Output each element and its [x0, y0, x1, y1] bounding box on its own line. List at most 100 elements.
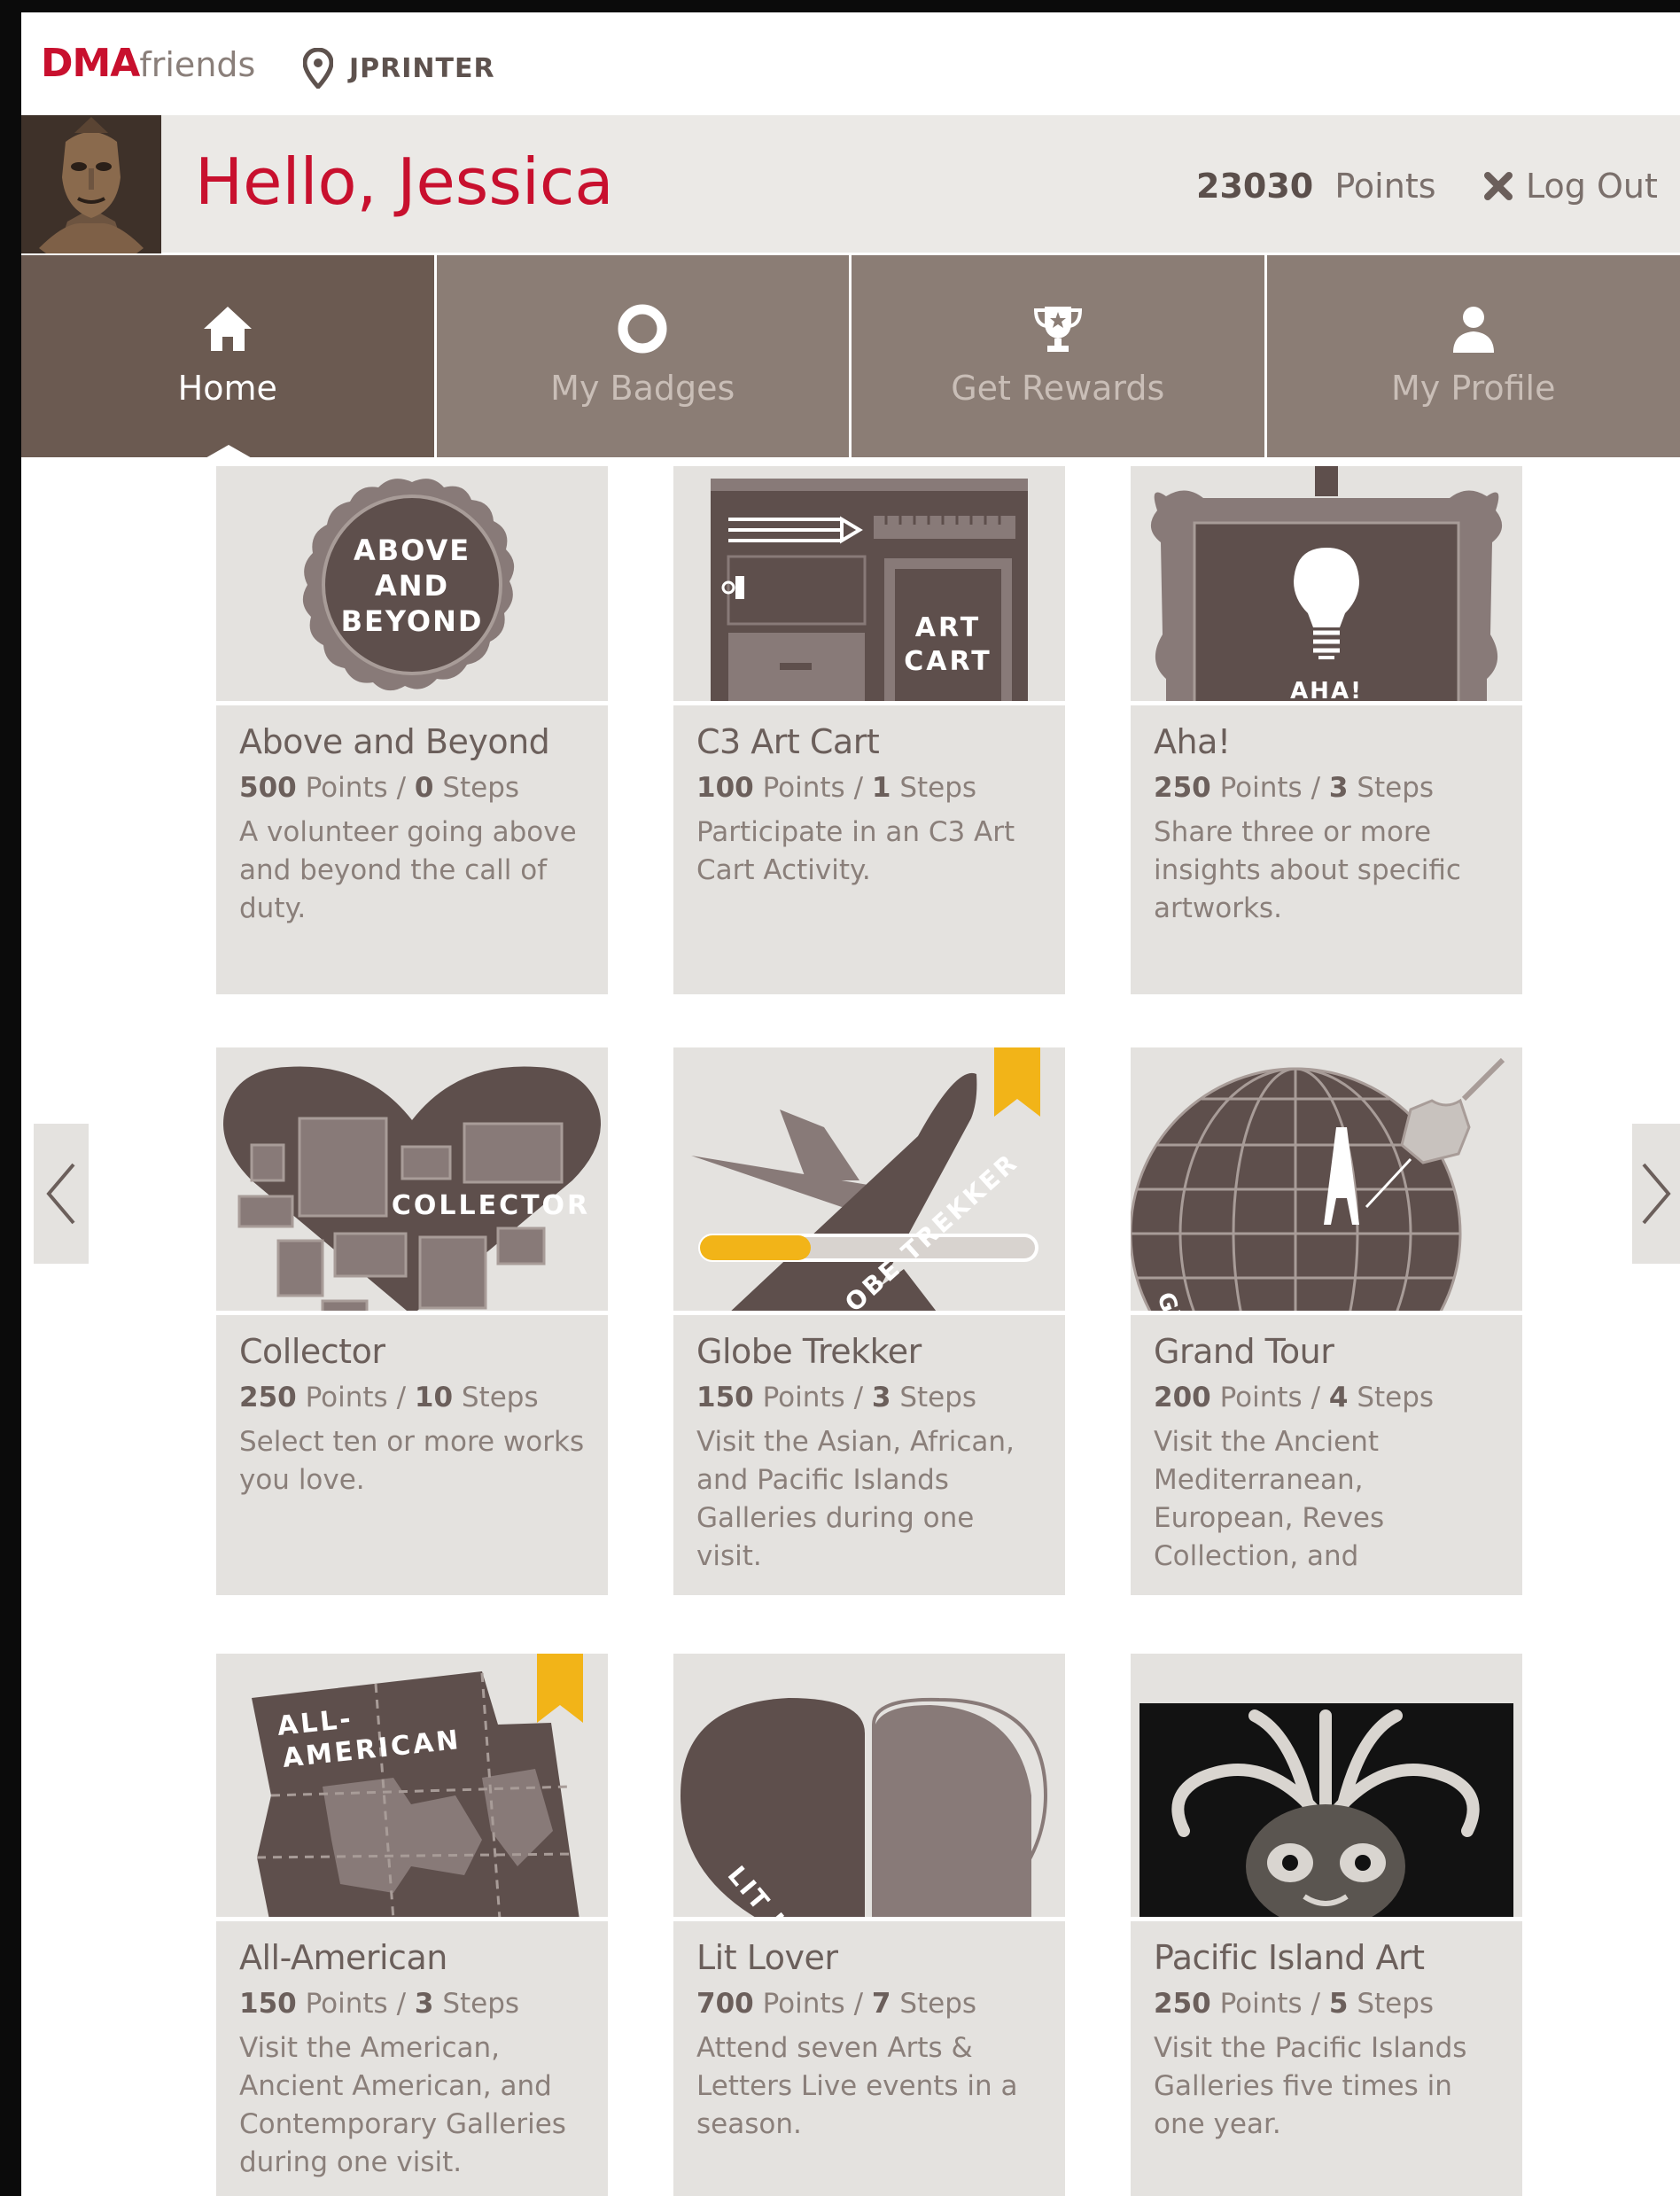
meta-separator: /: [853, 1988, 864, 2020]
carousel-prev-button[interactable]: [34, 1124, 89, 1264]
logo-light: friends: [139, 45, 256, 84]
badge-name: Pacific Island Art: [1154, 1938, 1425, 1977]
points-balance: 23030 Points: [1196, 165, 1436, 207]
badge-meta: 150 Points / 3 Steps: [239, 1982, 585, 2026]
tab-home[interactable]: Home: [21, 255, 434, 457]
carousel-next-button[interactable]: [1632, 1124, 1680, 1264]
meta-separator: /: [1311, 1988, 1321, 2020]
points-label: Points: [762, 1988, 845, 2020]
badge-points: 500: [239, 772, 297, 804]
steps-label: Steps: [442, 1988, 520, 2020]
meta-separator: /: [1311, 1382, 1321, 1413]
badge-meta: 150 Points / 3 Steps: [696, 1375, 1042, 1420]
badge-art-text: AHA!: [1290, 678, 1363, 705]
points-label: Points: [1219, 1988, 1303, 2020]
tab-my-badges[interactable]: My Badges: [436, 255, 849, 457]
steps-label: Steps: [899, 1988, 977, 2020]
app-screen: DMAfriends JPRINTER Hello, Jessica 23030…: [21, 12, 1680, 2196]
person-icon: [1452, 307, 1494, 353]
avatar[interactable]: [21, 115, 161, 253]
badge-description: Select ten or more works you love.: [239, 1426, 585, 1496]
main-nav: Home My Badges Get Rewards My Profile: [21, 255, 1680, 457]
badge-card[interactable]: Pacific Island Art 250 Points / 5 Steps …: [1131, 1654, 1522, 2196]
badge-info: Above and Beyond 500 Points / 0 Steps A …: [216, 705, 608, 928]
tab-get-rewards[interactable]: Get Rewards: [852, 255, 1264, 457]
badge-description: Visit the American, Ancient American, an…: [239, 2032, 566, 2178]
badge-meta: 250 Points / 5 Steps: [1154, 1982, 1499, 2026]
badge-points: 200: [1154, 1382, 1211, 1413]
trophy-icon: [1033, 307, 1082, 352]
tab-my-profile-label: My Profile: [1390, 369, 1556, 408]
badge-points: 150: [239, 1988, 297, 2020]
meta-separator: /: [396, 772, 407, 804]
steps-label: Steps: [1357, 1382, 1435, 1413]
steps-label: Steps: [442, 772, 520, 804]
badge-art-collector: COLLECTOR: [216, 1047, 608, 1315]
badge-art-above-and-beyond: ABOVE AND BEYOND: [216, 466, 608, 705]
badge-meta: 250 Points / 3 Steps: [1154, 766, 1499, 810]
dma-friends-logo[interactable]: DMAfriends: [41, 39, 255, 90]
badge-name: Grand Tour: [1154, 1332, 1334, 1371]
logout-button[interactable]: Log Out: [1483, 165, 1658, 207]
user-bar: Hello, Jessica 23030 Points Log Out: [21, 115, 1680, 255]
chevron-left-icon: [46, 1163, 75, 1225]
badge-art-text: COLLECTOR: [392, 1190, 590, 1221]
tab-my-badges-label: My Badges: [550, 369, 735, 408]
tab-get-rewards-label: Get Rewards: [951, 369, 1165, 408]
points-label: Points: [762, 772, 845, 804]
badge-description: Visit the Asian, African, and Pacific Is…: [696, 1426, 1015, 1572]
badge-meta: 100 Points / 1 Steps: [696, 766, 1042, 810]
badge-points: 250: [239, 1382, 297, 1413]
badge-steps: 3: [871, 1382, 891, 1413]
badge-steps: 3: [414, 1988, 434, 2020]
meta-separator: /: [853, 772, 864, 804]
badge-card[interactable]: ABOVE AND BEYOND Above and Beyond 500 Po…: [216, 466, 608, 994]
badge-card[interactable]: LIT LO Lit Lover 700 Points / 7 Steps At…: [673, 1654, 1065, 2196]
badge-info: Globe Trekker 150 Points / 3 Steps Visit…: [673, 1315, 1065, 1576]
badge-art-text: BEYOND: [341, 604, 484, 638]
badge-description: Attend seven Arts & Letters Live events …: [696, 2032, 1018, 2140]
badge-description: Participate in an C3 Art Cart Activity.: [696, 816, 1015, 886]
location-indicator[interactable]: JPRINTER: [303, 48, 495, 89]
badge-points: 700: [696, 1988, 754, 2020]
badge-card[interactable]: AHA! Aha! 250 Points / 3 Steps Share thr…: [1131, 466, 1522, 994]
badge-description: A volunteer going above and beyond the c…: [239, 816, 577, 924]
badge-info: All-American 150 Points / 3 Steps Visit …: [216, 1921, 608, 2182]
badge-info: Aha! 250 Points / 3 Steps Share three or…: [1131, 705, 1522, 928]
badge-steps: 7: [871, 1988, 891, 2020]
badge-steps: 10: [414, 1382, 454, 1413]
badge-card[interactable]: ART CART C3 Art Cart 100 Points / 1 Step…: [673, 466, 1065, 994]
badge-info: Lit Lover 700 Points / 7 Steps Attend se…: [673, 1921, 1065, 2144]
badge-name: All-American: [239, 1938, 447, 1977]
badge-points: 100: [696, 772, 754, 804]
badge-art-lit-lover: LIT LO: [673, 1654, 1065, 1921]
badge-meta: 700 Points / 7 Steps: [696, 1982, 1042, 2026]
badge-steps: 3: [1328, 772, 1349, 804]
badge-card[interactable]: GR Grand Tour 200 Points / 4 Steps Visit…: [1131, 1047, 1522, 1595]
badge-art-aha: AHA!: [1131, 466, 1522, 705]
badge-card[interactable]: OBE TREKKER Globe Trekker 150 Points / 3…: [673, 1047, 1065, 1595]
map-pin-icon: [303, 48, 333, 89]
badge-card[interactable]: ALL- AMERICAN All-American 150 Points / …: [216, 1654, 608, 2196]
points-label: Points: [762, 1382, 845, 1413]
bookmark-icon: [537, 1654, 583, 1723]
points-label: Points: [1219, 772, 1303, 804]
badge-points: 250: [1154, 772, 1211, 804]
badge-art-all-american: ALL- AMERICAN: [216, 1654, 608, 1921]
greeting-title: Hello, Jessica: [195, 144, 614, 219]
badge-meta: 250 Points / 10 Steps: [239, 1375, 585, 1420]
logout-label: Log Out: [1526, 167, 1658, 206]
badge-info: Grand Tour 200 Points / 4 Steps Visit th…: [1131, 1315, 1522, 1576]
badge-description: Share three or more insights about speci…: [1154, 816, 1461, 924]
badge-card[interactable]: COLLECTOR Collector 250 Points / 10 Step…: [216, 1047, 608, 1595]
badge-name: Above and Beyond: [239, 722, 550, 761]
points-label: Points: [305, 1988, 388, 2020]
badge-meta: 200 Points / 4 Steps: [1154, 1375, 1499, 1420]
meta-separator: /: [396, 1382, 407, 1413]
badge-art-pacific-island-art: [1131, 1654, 1522, 1921]
steps-label: Steps: [1357, 772, 1435, 804]
badge-art-globe-trekker: OBE TREKKER: [673, 1047, 1065, 1315]
badge-name: Collector: [239, 1332, 385, 1371]
badge-steps: 1: [871, 772, 891, 804]
tab-my-profile[interactable]: My Profile: [1266, 255, 1680, 457]
